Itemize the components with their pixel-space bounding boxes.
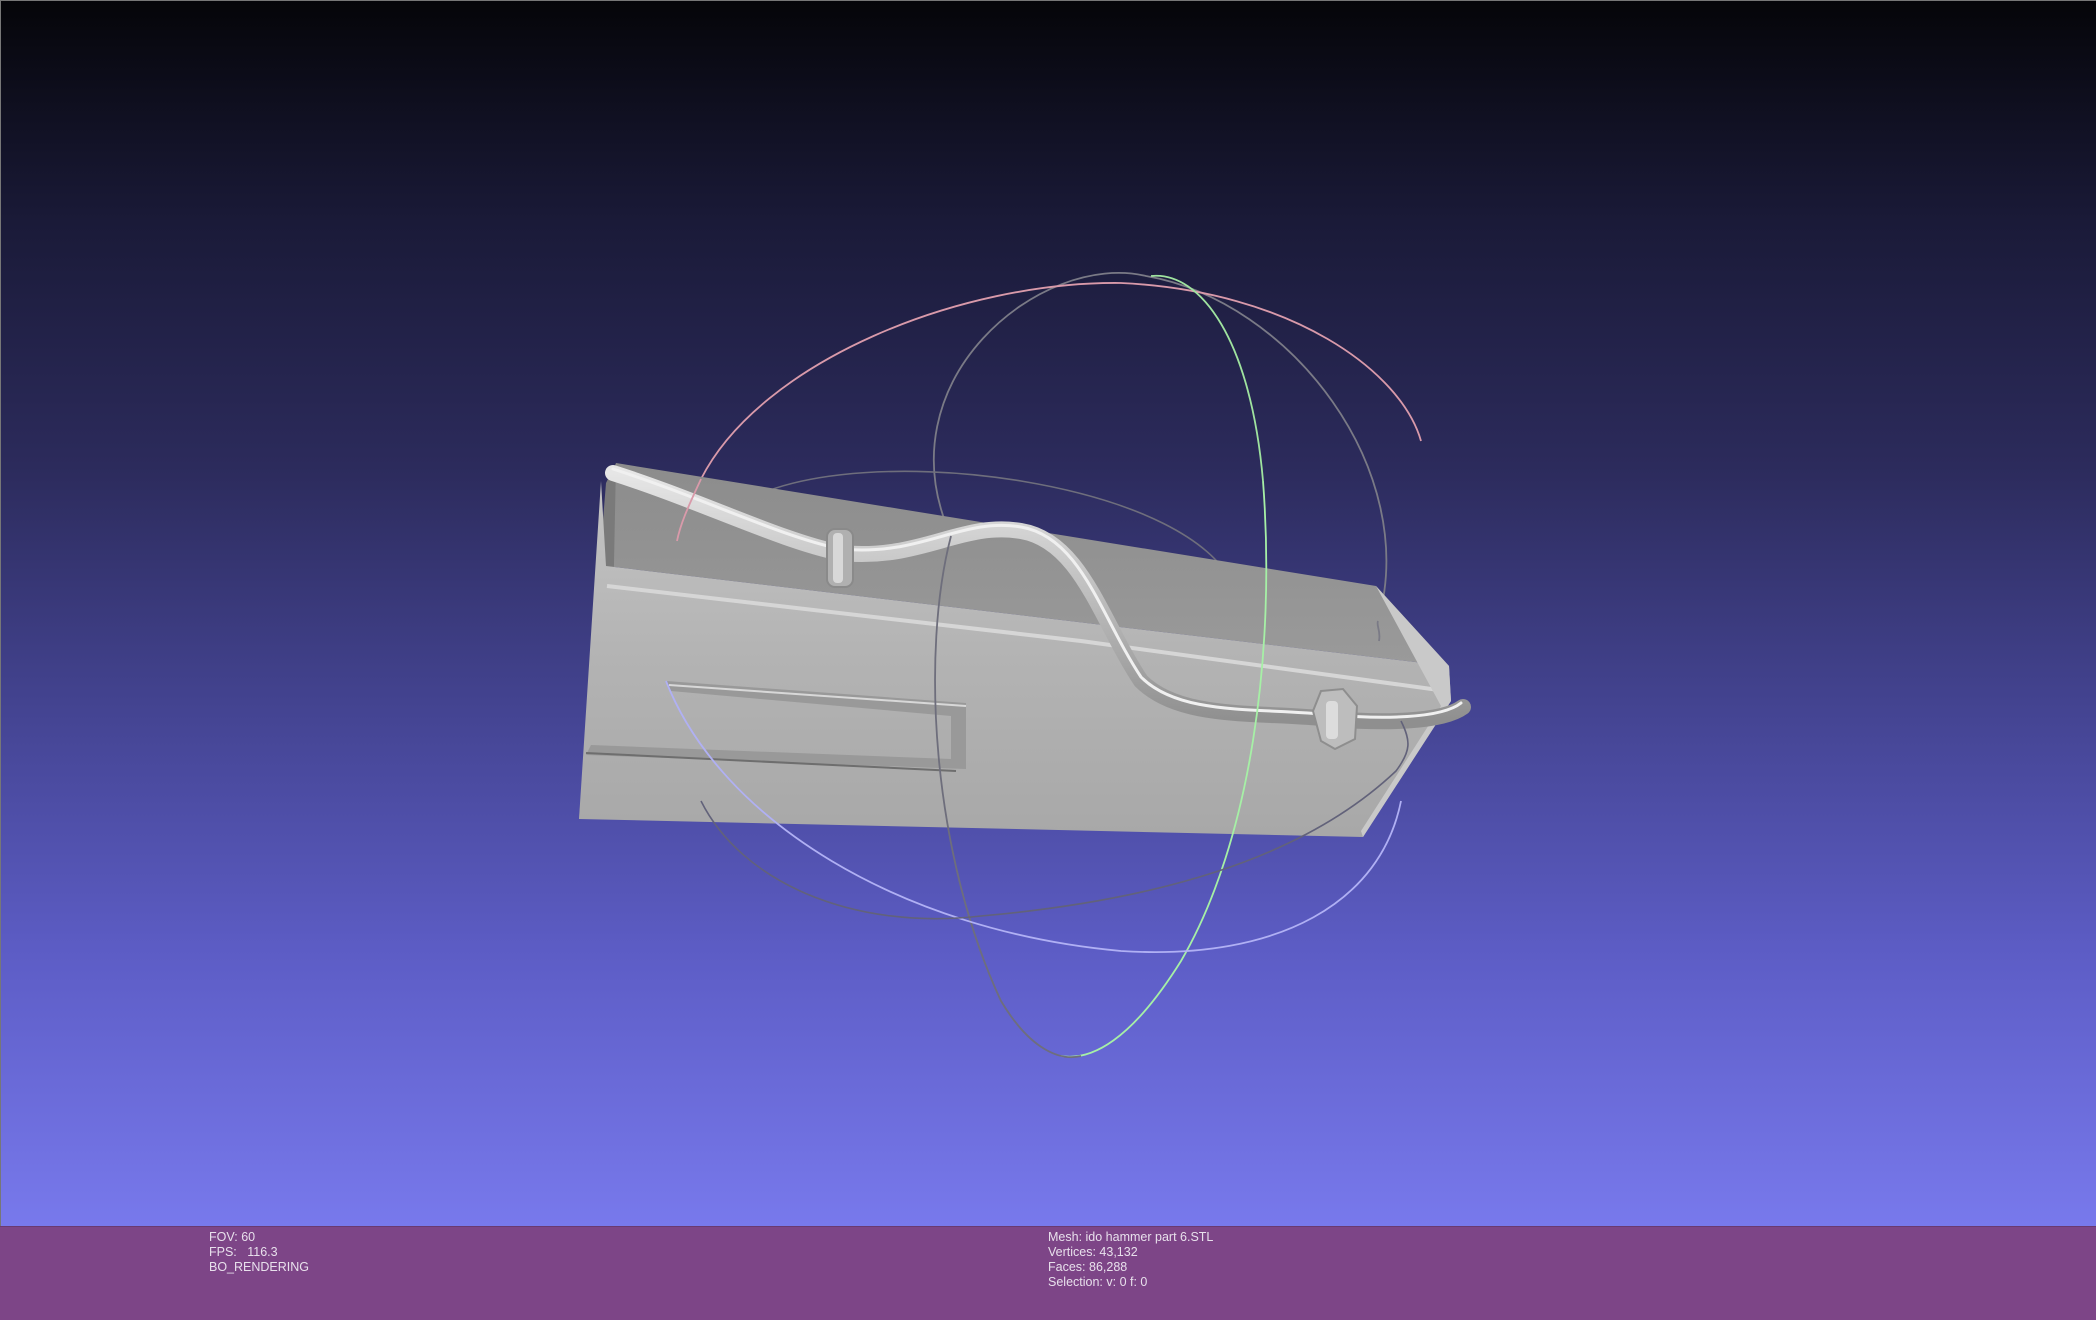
3d-viewport[interactable]	[0, 0, 2096, 1226]
selection-value: v: 0 f: 0	[1106, 1275, 1148, 1289]
mesh-line: Mesh: ido hammer part 6.STL	[1048, 1230, 1213, 1245]
trackball-x-ring-back	[700, 282, 1422, 480]
fov-label: FOV:	[209, 1230, 238, 1244]
fov-value: 60	[241, 1230, 256, 1244]
vertices-label: Vertices:	[1048, 1245, 1096, 1259]
fov-line: FOV: 60	[209, 1230, 309, 1245]
faces-value: 86,288	[1089, 1260, 1128, 1274]
selection-line: Selection: v: 0 f: 0	[1048, 1275, 1213, 1290]
trackball-y-ring-back	[1150, 274, 1264, 482]
selection-label: Selection:	[1048, 1275, 1103, 1289]
mesh-name: ido hammer part 6.STL	[1085, 1230, 1214, 1244]
faces-line: Faces: 86,288	[1048, 1260, 1213, 1275]
scene-canvas[interactable]	[1, 1, 2096, 1227]
info-bar: FOV: 60 FPS: 116.3 BO_RENDERING Mesh: id…	[0, 1226, 2096, 1320]
render-mode: BO_RENDERING	[209, 1260, 310, 1274]
fps-label: FPS:	[209, 1245, 237, 1259]
mesh-cable-clip-1	[826, 528, 854, 588]
vertices-line: Vertices: 43,132	[1048, 1245, 1213, 1260]
fps-value: 116.3	[247, 1245, 278, 1259]
mesh-info: Mesh: ido hammer part 6.STL Vertices: 43…	[1048, 1230, 1213, 1290]
render-info: FOV: 60 FPS: 116.3 BO_RENDERING	[209, 1230, 309, 1275]
fps-line: FPS: 116.3	[209, 1245, 309, 1260]
meshlab-window: FOV: 60 FPS: 116.3 BO_RENDERING Mesh: id…	[0, 0, 2096, 1320]
faces-label: Faces:	[1048, 1260, 1086, 1274]
vertices-value: 43,132	[1099, 1245, 1138, 1259]
mesh-model[interactable]	[579, 463, 1471, 837]
mesh-label: Mesh:	[1048, 1230, 1083, 1244]
